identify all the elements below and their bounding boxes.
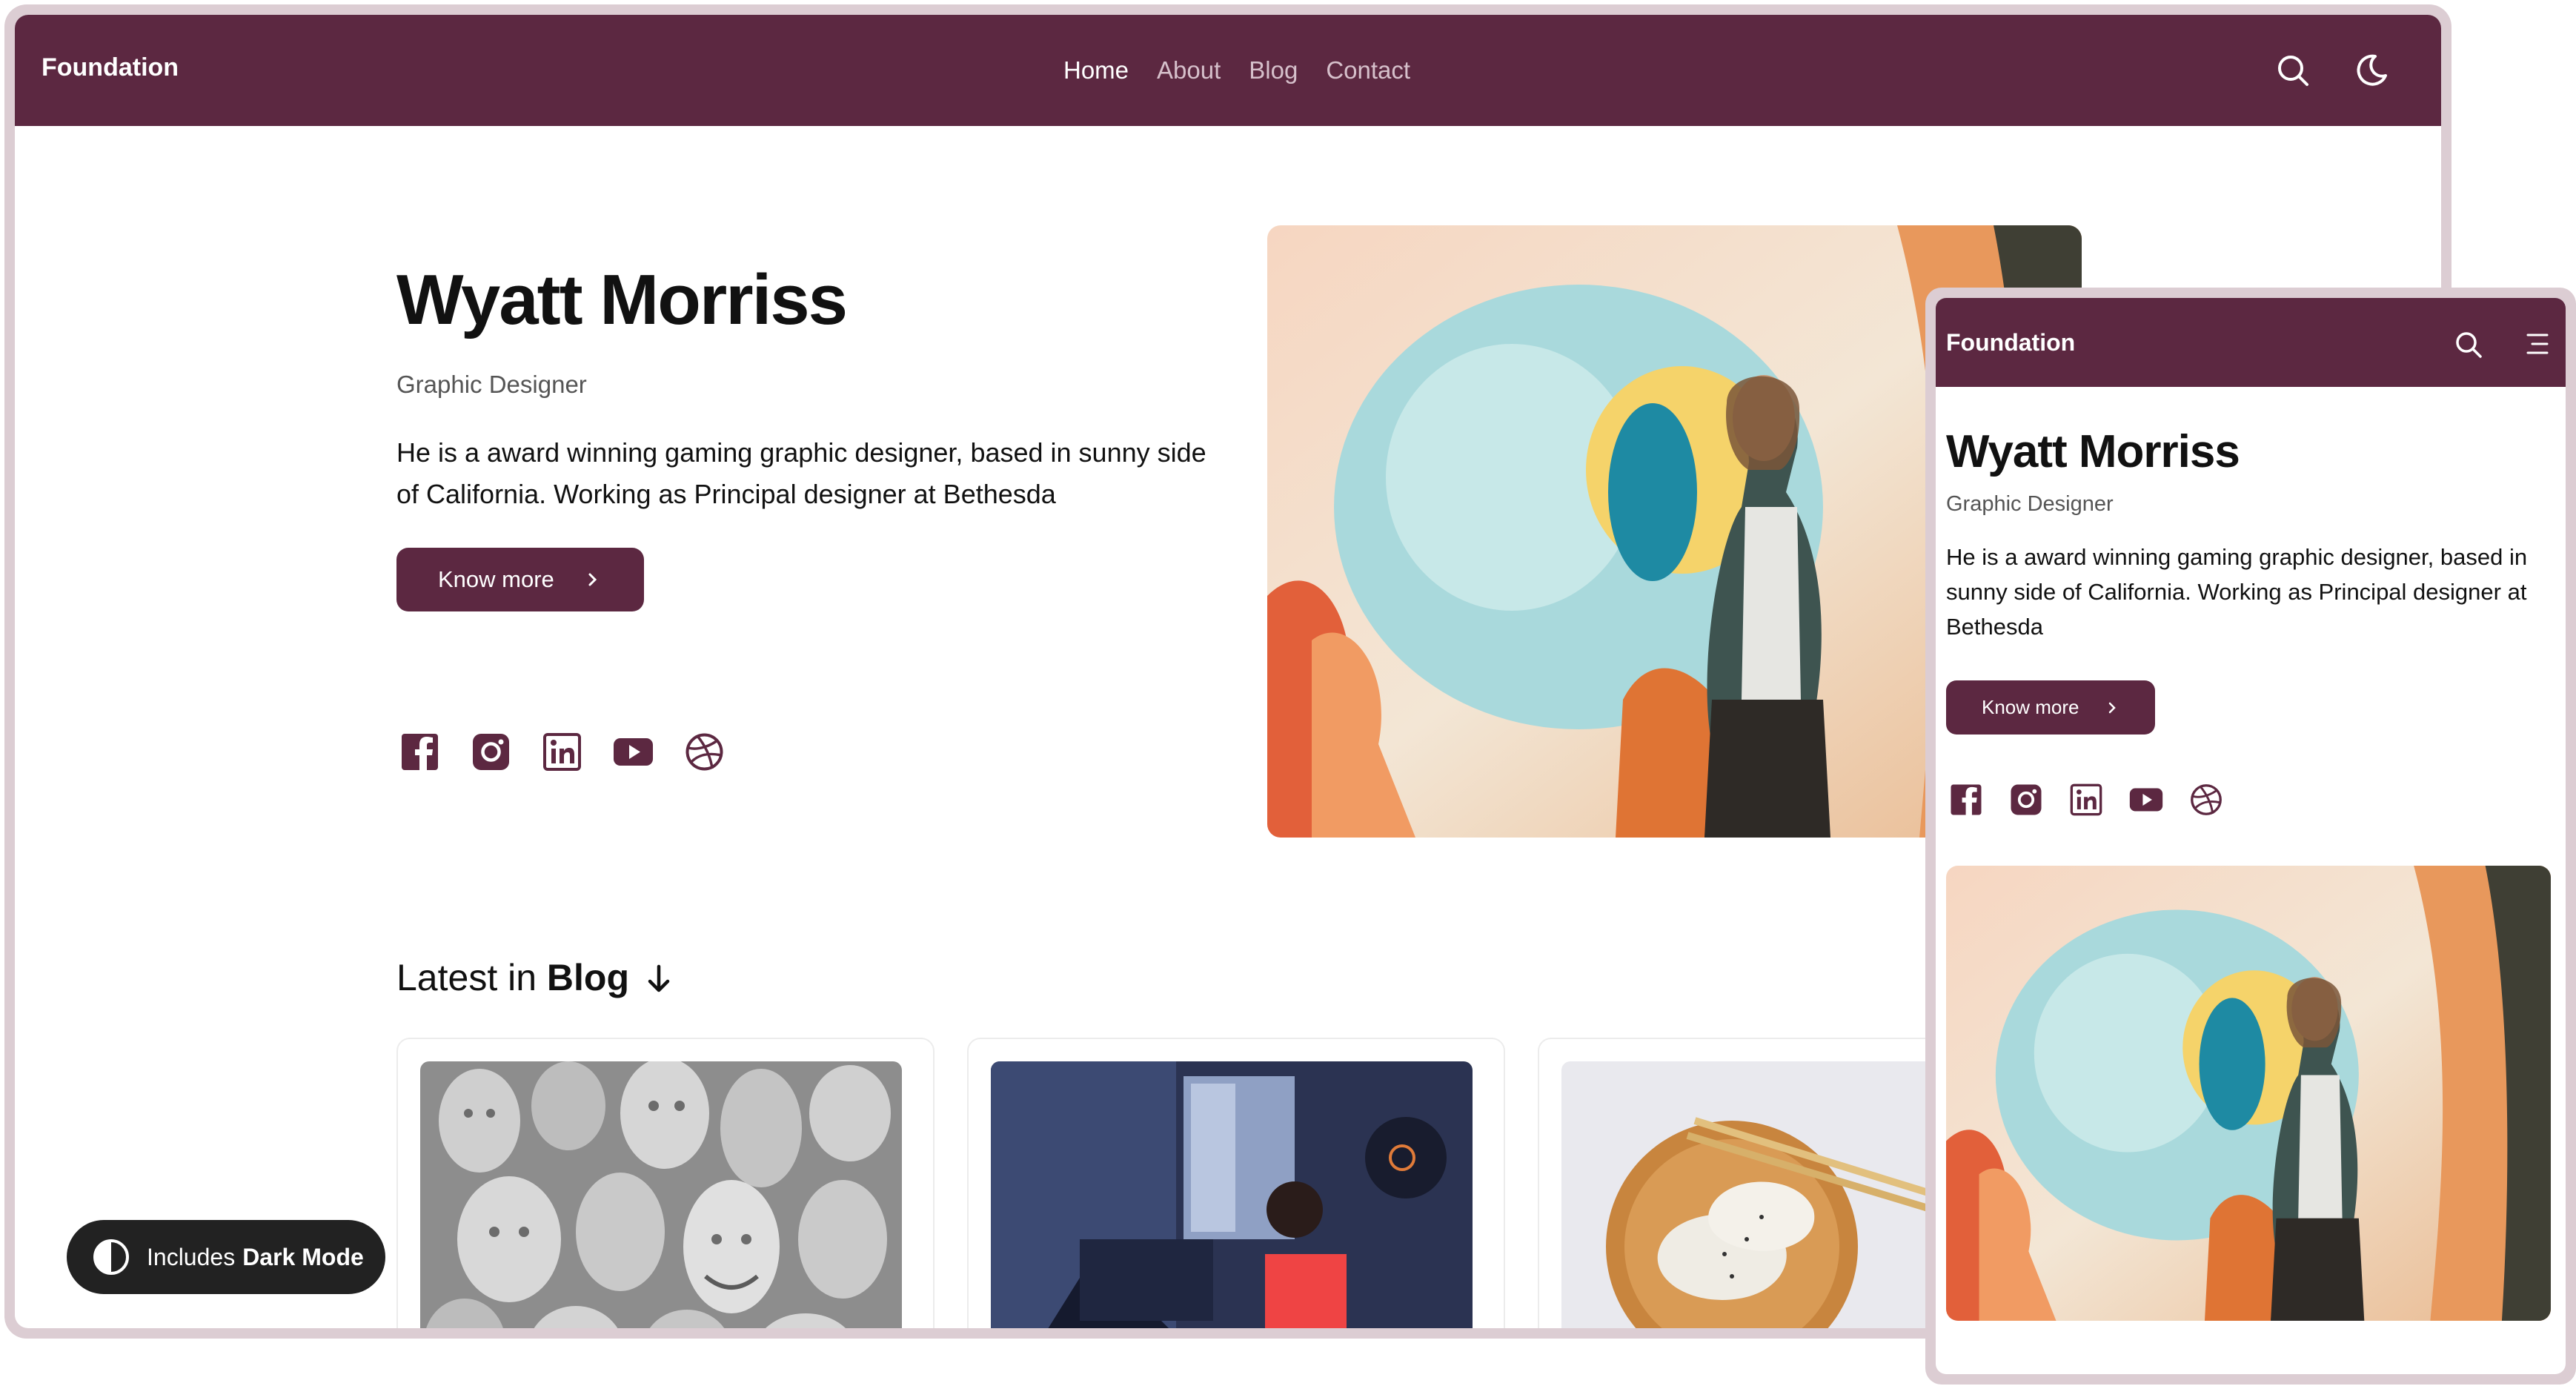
blog-card-image	[991, 1061, 1473, 1328]
badge-prefix: Includes	[147, 1243, 236, 1270]
mobile-search-icon[interactable]	[2454, 330, 2483, 359]
blog-heading-bold: Blog	[546, 957, 630, 998]
mobile-hero-subtitle: Graphic Designer	[1946, 492, 2114, 516]
instagram-icon[interactable]	[2009, 783, 2043, 817]
blog-heading-prefix: Latest in	[396, 957, 537, 998]
nav-link-home[interactable]: Home	[1063, 56, 1129, 84]
blog-card[interactable]	[967, 1038, 1505, 1328]
mobile-frame: Foundation Wyatt Morriss Graphic Designe…	[1925, 288, 2576, 1385]
contrast-icon	[93, 1239, 129, 1275]
mobile-hero-photo	[1946, 866, 2551, 1321]
dribbble-icon[interactable]	[684, 732, 725, 772]
mobile-hero-bio: He is a award winning gaming graphic des…	[1946, 544, 2528, 640]
mobile-hero-title: Wyatt Morriss	[1946, 426, 2240, 477]
know-more-label: Know more	[438, 566, 554, 592]
youtube-icon[interactable]	[613, 732, 654, 772]
facebook-icon[interactable]	[399, 732, 440, 772]
carved-faces-image	[420, 1061, 902, 1328]
mobile-know-more-label: Know more	[1982, 696, 2079, 718]
linkedin-icon[interactable]	[542, 732, 582, 772]
nav-link-contact[interactable]: Contact	[1326, 56, 1410, 84]
mobile-brand-logo[interactable]: Foundation	[1946, 329, 2075, 357]
mobile-hero-photo-art	[1946, 866, 2551, 1321]
chevron-right-icon	[588, 573, 597, 586]
youtube-icon[interactable]	[2129, 783, 2163, 817]
badge-bold: Dark Mode	[242, 1243, 364, 1270]
linkedin-icon[interactable]	[2069, 783, 2103, 817]
arrow-down-icon	[648, 964, 670, 992]
navbar: Foundation Home About Blog Contact	[15, 15, 2441, 126]
menu-icon[interactable]	[2522, 331, 2549, 357]
facebook-icon[interactable]	[1949, 783, 1983, 817]
instagram-icon[interactable]	[471, 732, 511, 772]
nav-link-about[interactable]: About	[1157, 56, 1221, 84]
gaming-room-image	[991, 1061, 1473, 1328]
search-icon[interactable]	[2274, 52, 2311, 89]
social-links	[399, 732, 725, 772]
dribbble-icon[interactable]	[2189, 783, 2223, 817]
nav-link-blog[interactable]: Blog	[1249, 56, 1298, 84]
brand-logo[interactable]: Foundation	[42, 53, 179, 82]
nav-links: Home About Blog Contact	[1063, 56, 1410, 84]
blog-heading: Latest in Blog	[396, 956, 672, 999]
hero-bio: He is a award winning gaming graphic des…	[396, 437, 1206, 509]
dark-mode-badge: Includes Dark Mode	[67, 1220, 385, 1294]
hero-title: Wyatt Morriss	[396, 260, 848, 339]
mobile-navbar: Foundation	[1936, 298, 2566, 387]
hero-subtitle: Graphic Designer	[396, 371, 587, 398]
blog-card-image	[420, 1061, 902, 1328]
mobile-know-more-button[interactable]: Know more	[1946, 680, 2155, 735]
mobile-page: Foundation Wyatt Morriss Graphic Designe…	[1936, 298, 2566, 1374]
mobile-chevron-right-icon	[2108, 702, 2116, 713]
blog-card[interactable]	[396, 1038, 935, 1328]
moon-icon[interactable]	[2353, 52, 2390, 89]
know-more-button[interactable]: Know more	[396, 548, 644, 611]
mobile-social-links	[1949, 783, 2223, 817]
